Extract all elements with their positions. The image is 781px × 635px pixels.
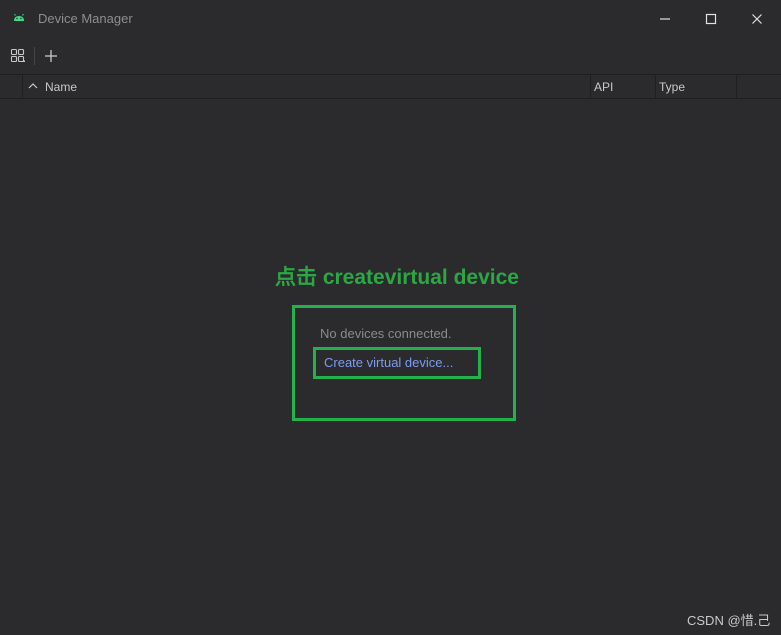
annotation-text: 点击 createvirtual device [275,266,519,289]
android-icon [14,13,24,21]
plus-icon [45,50,57,62]
watermark: CSDN @惜.己 [687,613,771,628]
create-virtual-device-highlight: Create virtual device... [313,347,481,379]
close-button[interactable] [744,6,770,32]
column-divider[interactable] [655,75,656,98]
device-grid-icon [10,48,25,63]
minimize-icon [660,18,670,20]
column-divider[interactable] [590,75,591,98]
create-virtual-device-link[interactable]: Create virtual device... [324,355,453,370]
column-header-api[interactable]: API [594,80,613,94]
header-gutter [0,75,23,98]
window-title: Device Manager [38,11,133,26]
chevron-up-icon[interactable] [27,80,39,92]
maximize-button[interactable] [698,6,724,32]
column-header-name[interactable]: Name [45,80,77,94]
device-table-header: Name API Type [0,75,781,99]
title-bar: Device Manager [0,0,781,38]
toolbar-separator [34,47,35,65]
device-list-area: 点击 createvirtual device No devices conne… [0,99,781,635]
column-header-type[interactable]: Type [659,80,685,94]
toolbar [0,38,781,75]
add-device-button[interactable] [40,45,62,67]
empty-state-message: No devices connected. [320,326,452,341]
column-divider[interactable] [736,75,737,98]
close-icon [752,14,762,24]
device-grid-button[interactable] [7,45,29,67]
minimize-button[interactable] [652,6,678,32]
maximize-icon [705,13,717,25]
